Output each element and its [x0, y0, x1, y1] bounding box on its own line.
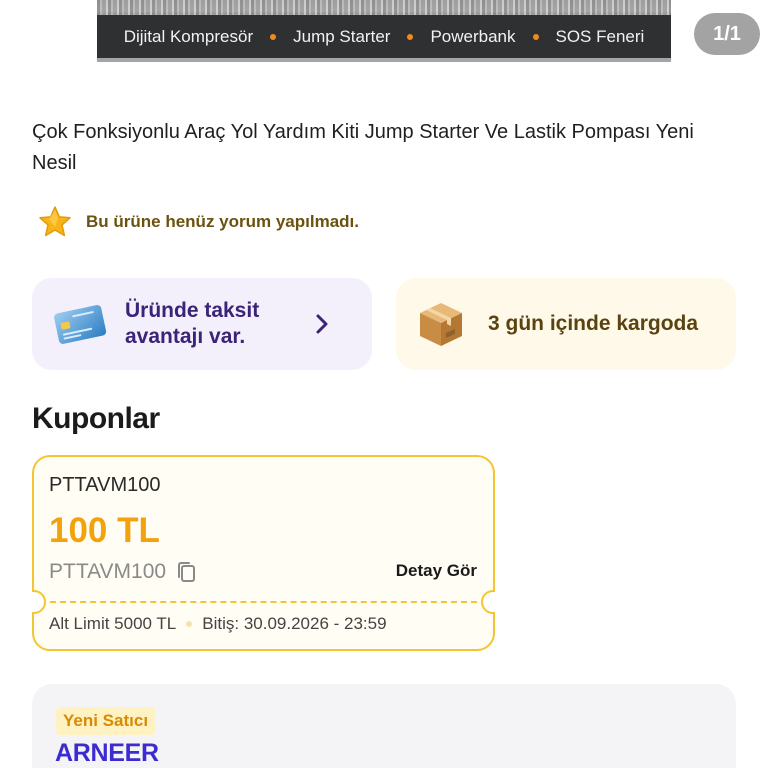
product-title: Çok Fonksiyonlu Araç Yol Yardım Kiti Jum…	[32, 121, 694, 174]
coupon-card[interactable]: PTTAVM100 100 TL PTTAVM100 Detay Gör Alt…	[32, 455, 495, 651]
coupon-amount: 100 TL	[49, 511, 160, 550]
coupon-notch	[32, 590, 46, 614]
separator-dot-icon	[270, 33, 277, 40]
seller-card[interactable]: Yeni Satıcı ARNEER	[32, 684, 736, 768]
image-pager: 1/1	[694, 13, 760, 55]
credit-card-icon	[54, 305, 107, 344]
rating-text: Bu ürüne henüz yorum yapılmadı.	[86, 212, 359, 231]
coupon-divider	[50, 601, 477, 603]
feature-label: Dijital Kompresör	[123, 26, 254, 46]
star-icon	[39, 206, 71, 237]
installment-card[interactable]: Üründe taksit avantajı var.	[32, 278, 372, 370]
coupon-code-copy[interactable]: PTTAVM100	[49, 560, 197, 584]
shipping-card: 3 gün içinde kargoda	[396, 278, 736, 370]
chevron-right-icon	[316, 314, 328, 334]
new-seller-badge: Yeni Satıcı	[56, 707, 156, 735]
coupon-notch	[481, 590, 495, 614]
feature-label: Jump Starter	[293, 26, 391, 46]
separator-dot-icon	[407, 33, 414, 40]
coupon-footer: Alt Limit 5000 TL Bitiş: 30.09.2026 - 23…	[49, 614, 387, 634]
coupons-heading: Kuponlar	[32, 402, 160, 435]
separator-dot-icon	[532, 33, 539, 40]
seller-name[interactable]: ARNEER	[55, 739, 159, 768]
coupon-code-copy-text: PTTAVM100	[49, 560, 167, 583]
product-image[interactable]: Dijital Kompresör Jump Starter Powerbank…	[97, 0, 671, 62]
shipping-text: 3 gün içinde kargoda	[488, 312, 699, 335]
coupon-expiry: Bitiş: 30.09.2026 - 23:59	[202, 614, 387, 633]
coupon-code: PTTAVM100	[49, 474, 161, 496]
product-image-edge	[97, 58, 671, 62]
package-box-icon	[420, 303, 462, 346]
installment-text: Üründe taksit avantajı var.	[125, 299, 260, 348]
coupon-limit: Alt Limit 5000 TL	[49, 614, 177, 633]
rating-row[interactable]: Bu ürüne henüz yorum yapılmadı.	[38, 205, 359, 239]
feature-band: Dijital Kompresör Jump Starter Powerbank…	[97, 15, 671, 58]
coupon-detail-link[interactable]: Detay Gör	[396, 561, 477, 581]
feature-label: Powerbank	[430, 26, 516, 46]
product-image-texture	[97, 0, 671, 16]
feature-label: SOS Feneri	[555, 26, 645, 46]
separator-dot-icon	[186, 621, 193, 627]
copy-icon[interactable]	[175, 560, 197, 584]
